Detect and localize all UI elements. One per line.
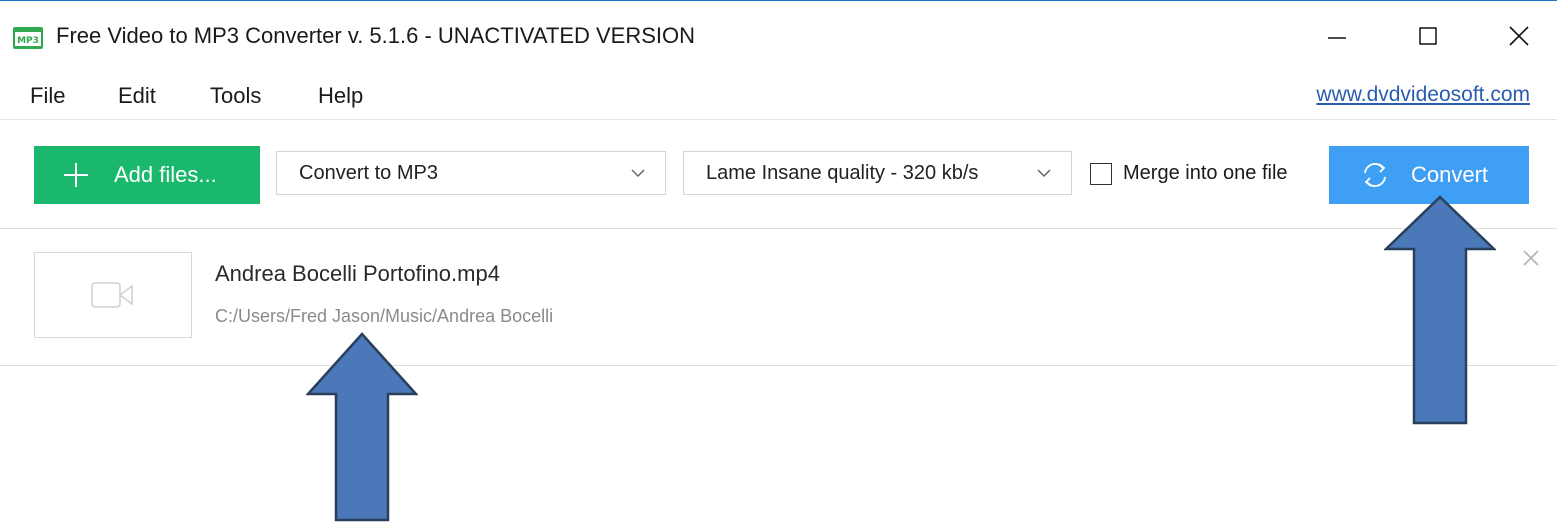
add-files-label: Add files... bbox=[114, 162, 217, 187]
menu-tools[interactable]: Tools bbox=[210, 83, 261, 109]
menu-edit[interactable]: Edit bbox=[118, 83, 156, 109]
chevron-down-icon bbox=[1037, 169, 1051, 178]
toolbar: Add files... Convert to MP3 Lame Insane … bbox=[0, 120, 1557, 229]
file-thumbnail bbox=[34, 252, 192, 338]
maximize-icon bbox=[1419, 27, 1437, 45]
app-window: MP3 Free Video to MP3 Converter v. 5.1.6… bbox=[0, 0, 1557, 522]
format-dropdown-value: Convert to MP3 bbox=[299, 161, 438, 184]
file-list-item[interactable]: Andrea Bocelli Portofino.mp4 C:/Users/Fr… bbox=[0, 229, 1557, 366]
menu-help[interactable]: Help bbox=[318, 83, 363, 109]
remove-file-icon[interactable] bbox=[1520, 247, 1542, 269]
title-bar: MP3 Free Video to MP3 Converter v. 5.1.6… bbox=[0, 1, 1557, 73]
quality-dropdown-value: Lame Insane quality - 320 kb/s bbox=[706, 161, 979, 184]
format-dropdown[interactable]: Convert to MP3 bbox=[276, 151, 666, 195]
merge-label: Merge into one file bbox=[1123, 162, 1288, 184]
close-button[interactable] bbox=[1494, 13, 1544, 59]
window-title: Free Video to MP3 Converter v. 5.1.6 - U… bbox=[56, 23, 696, 48]
menu-bar: File Edit Tools Help www.dvdvideosoft.co… bbox=[0, 73, 1557, 120]
maximize-button[interactable] bbox=[1403, 13, 1453, 59]
refresh-icon bbox=[1364, 163, 1386, 187]
video-camera-icon bbox=[91, 282, 133, 308]
plus-icon bbox=[64, 163, 88, 187]
minimize-button[interactable] bbox=[1312, 13, 1362, 59]
annotation-arrow-file bbox=[306, 332, 418, 522]
annotation-arrow-convert bbox=[1384, 195, 1496, 425]
quality-dropdown[interactable]: Lame Insane quality - 320 kb/s bbox=[683, 151, 1072, 195]
convert-label: Convert bbox=[1411, 162, 1489, 187]
mp3-app-icon: MP3 bbox=[13, 27, 43, 49]
menu-file[interactable]: File bbox=[30, 83, 65, 109]
merge-checkbox[interactable] bbox=[1090, 162, 1112, 185]
chevron-down-icon bbox=[631, 169, 645, 178]
file-name: Andrea Bocelli Portofino.mp4 bbox=[215, 261, 500, 286]
minimize-icon bbox=[1328, 37, 1346, 39]
svg-text:MP3: MP3 bbox=[17, 36, 39, 46]
close-icon bbox=[1509, 26, 1529, 46]
file-path: C:/Users/Fred Jason/Music/Andrea Bocelli bbox=[215, 306, 554, 326]
merge-option[interactable]: Merge into one file bbox=[1090, 162, 1288, 185]
website-link[interactable]: www.dvdvideosoft.com bbox=[1316, 83, 1530, 107]
add-files-button[interactable]: Add files... bbox=[34, 146, 260, 204]
